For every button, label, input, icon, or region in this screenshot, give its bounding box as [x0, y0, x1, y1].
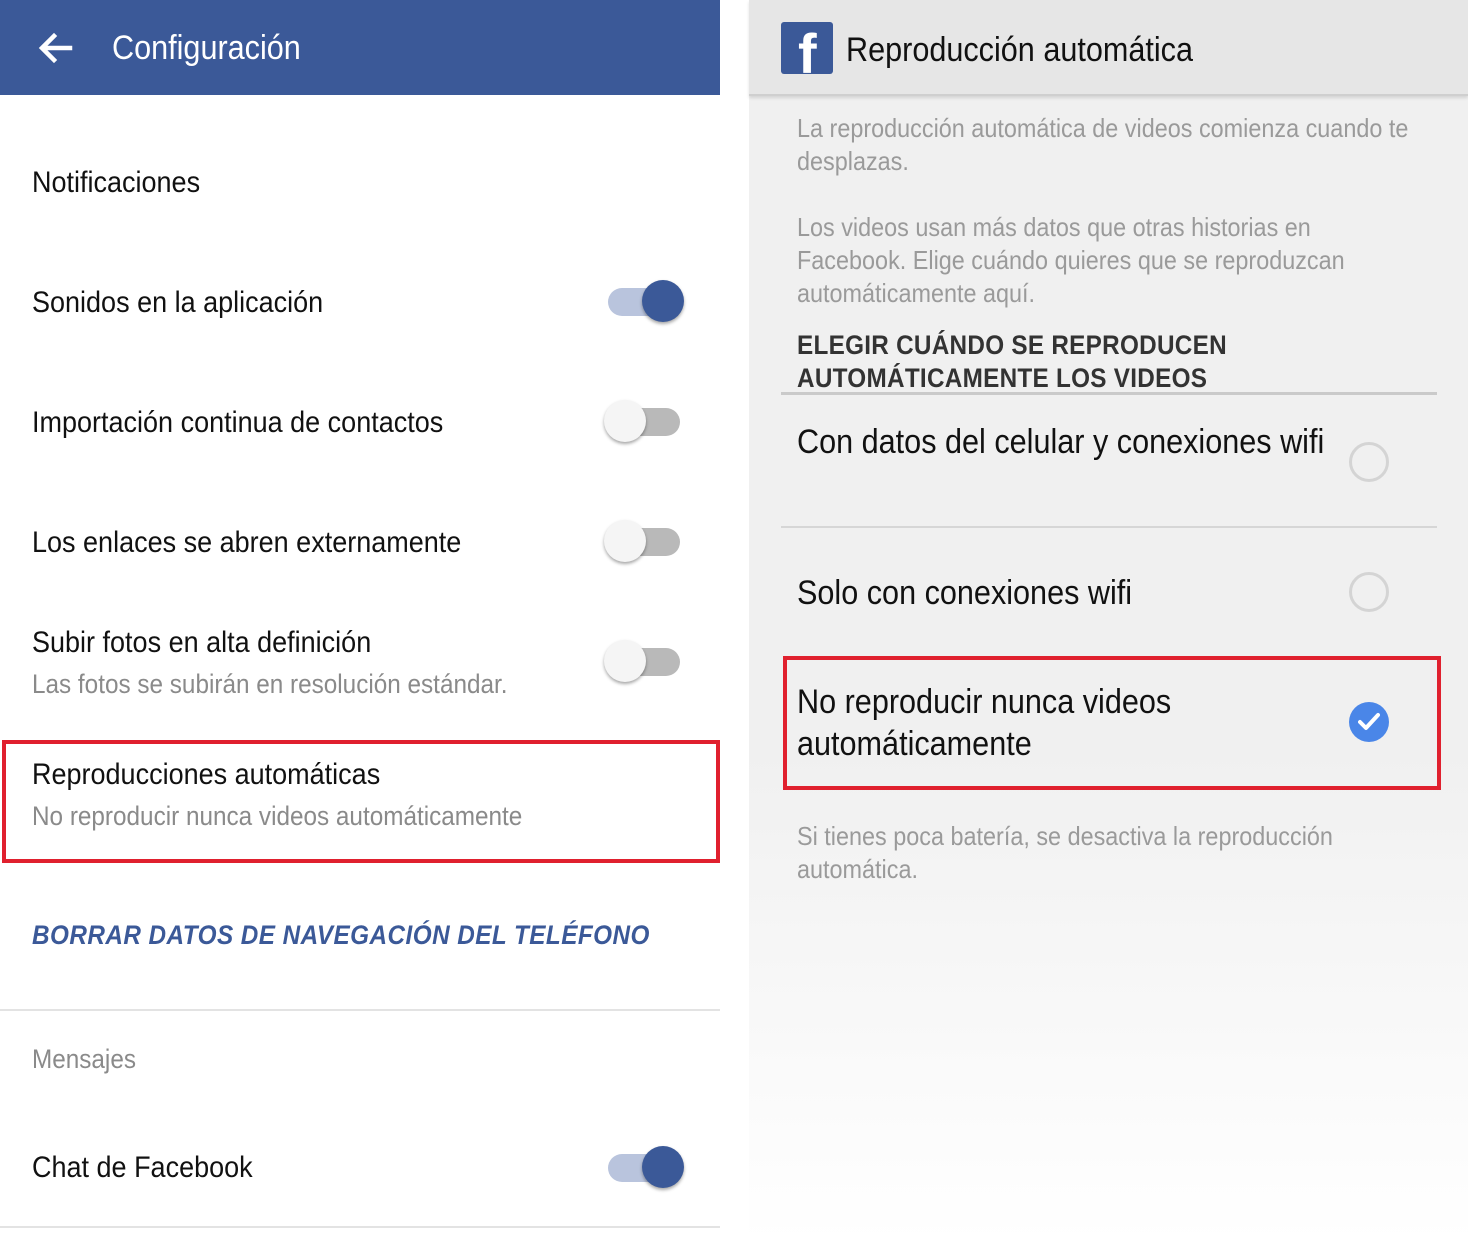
toggle-thumb	[604, 520, 646, 562]
app-sounds-toggle[interactable]	[604, 279, 684, 323]
app-sounds-label: Sonidos en la aplicación	[32, 286, 324, 319]
hd-upload-sublabel: Las fotos se subirán en resolución están…	[32, 669, 508, 699]
page-title: Configuración	[112, 29, 301, 67]
settings-panel: Configuración Notificaciones Sonidos en …	[0, 0, 720, 1242]
autoplay-title: Reproducción automática	[846, 31, 1194, 69]
autoplay-panel: f Reproducción automática La reproducció…	[749, 0, 1468, 1242]
hd-upload-toggle[interactable]	[604, 639, 684, 683]
divider	[781, 392, 1437, 395]
clear-browsing-data-link[interactable]: BORRAR DATOS DE NAVEGACIÓN DEL TELÉFONO	[32, 920, 650, 951]
facebook-logo-letter: f	[798, 22, 817, 75]
option-label: No reproducir nunca videos automáticamen…	[797, 683, 1172, 763]
autoplay-options-heading: ELEGIR CUÁNDO SE REPRODUCEN AUTOMÁTICAME…	[797, 330, 1227, 393]
external-links-label: Los enlaces se abren externamente	[32, 526, 462, 559]
contacts-import-toggle[interactable]	[604, 399, 684, 443]
toggle-thumb	[642, 280, 684, 322]
option-never-autoplay[interactable]: No reproducir nunca videos automáticamen…	[781, 658, 1437, 788]
option-wifi-only[interactable]: Solo con conexiones wifi	[781, 528, 1437, 656]
messages-section-label: Mensajes	[32, 1044, 137, 1074]
option-label: Con datos del celular y conexiones wifi	[797, 423, 1325, 461]
autoplay-intro: La reproducción automática de videos com…	[797, 113, 1409, 176]
external-links-toggle[interactable]	[604, 519, 684, 563]
toggle-thumb	[604, 400, 646, 442]
back-arrow-icon[interactable]	[34, 26, 78, 70]
toggle-thumb	[604, 640, 646, 682]
autoplay-label: Reproducciones automáticas	[32, 758, 381, 791]
autoplay-battery-note: Si tienes poca batería, se desactiva la …	[797, 821, 1333, 884]
autoplay-header: f Reproducción automática	[749, 0, 1468, 96]
facebook-logo-icon: f	[781, 22, 833, 74]
facebook-chat-label: Chat de Facebook	[32, 1151, 253, 1184]
contacts-import-label: Importación continua de contactos	[32, 406, 444, 439]
panel-gap	[720, 0, 749, 1242]
toggle-thumb	[642, 1146, 684, 1188]
radio-unchecked-icon[interactable]	[1349, 442, 1389, 482]
notifications-label: Notificaciones	[32, 166, 201, 199]
divider	[0, 1226, 720, 1228]
radio-unchecked-icon[interactable]	[1349, 572, 1389, 612]
autoplay-sublabel: No reproducir nunca videos automáticamen…	[32, 801, 523, 831]
divider	[0, 1009, 720, 1011]
autoplay-data-note: Los videos usan más datos que otras hist…	[797, 212, 1345, 308]
option-cellular-and-wifi[interactable]: Con datos del celular y conexiones wifi	[781, 400, 1437, 526]
radio-checked-icon[interactable]	[1349, 702, 1389, 742]
option-label: Solo con conexiones wifi	[797, 574, 1133, 612]
facebook-chat-toggle[interactable]	[604, 1145, 684, 1189]
hd-upload-label: Subir fotos en alta definición	[32, 626, 372, 659]
settings-topbar: Configuración	[0, 0, 720, 95]
